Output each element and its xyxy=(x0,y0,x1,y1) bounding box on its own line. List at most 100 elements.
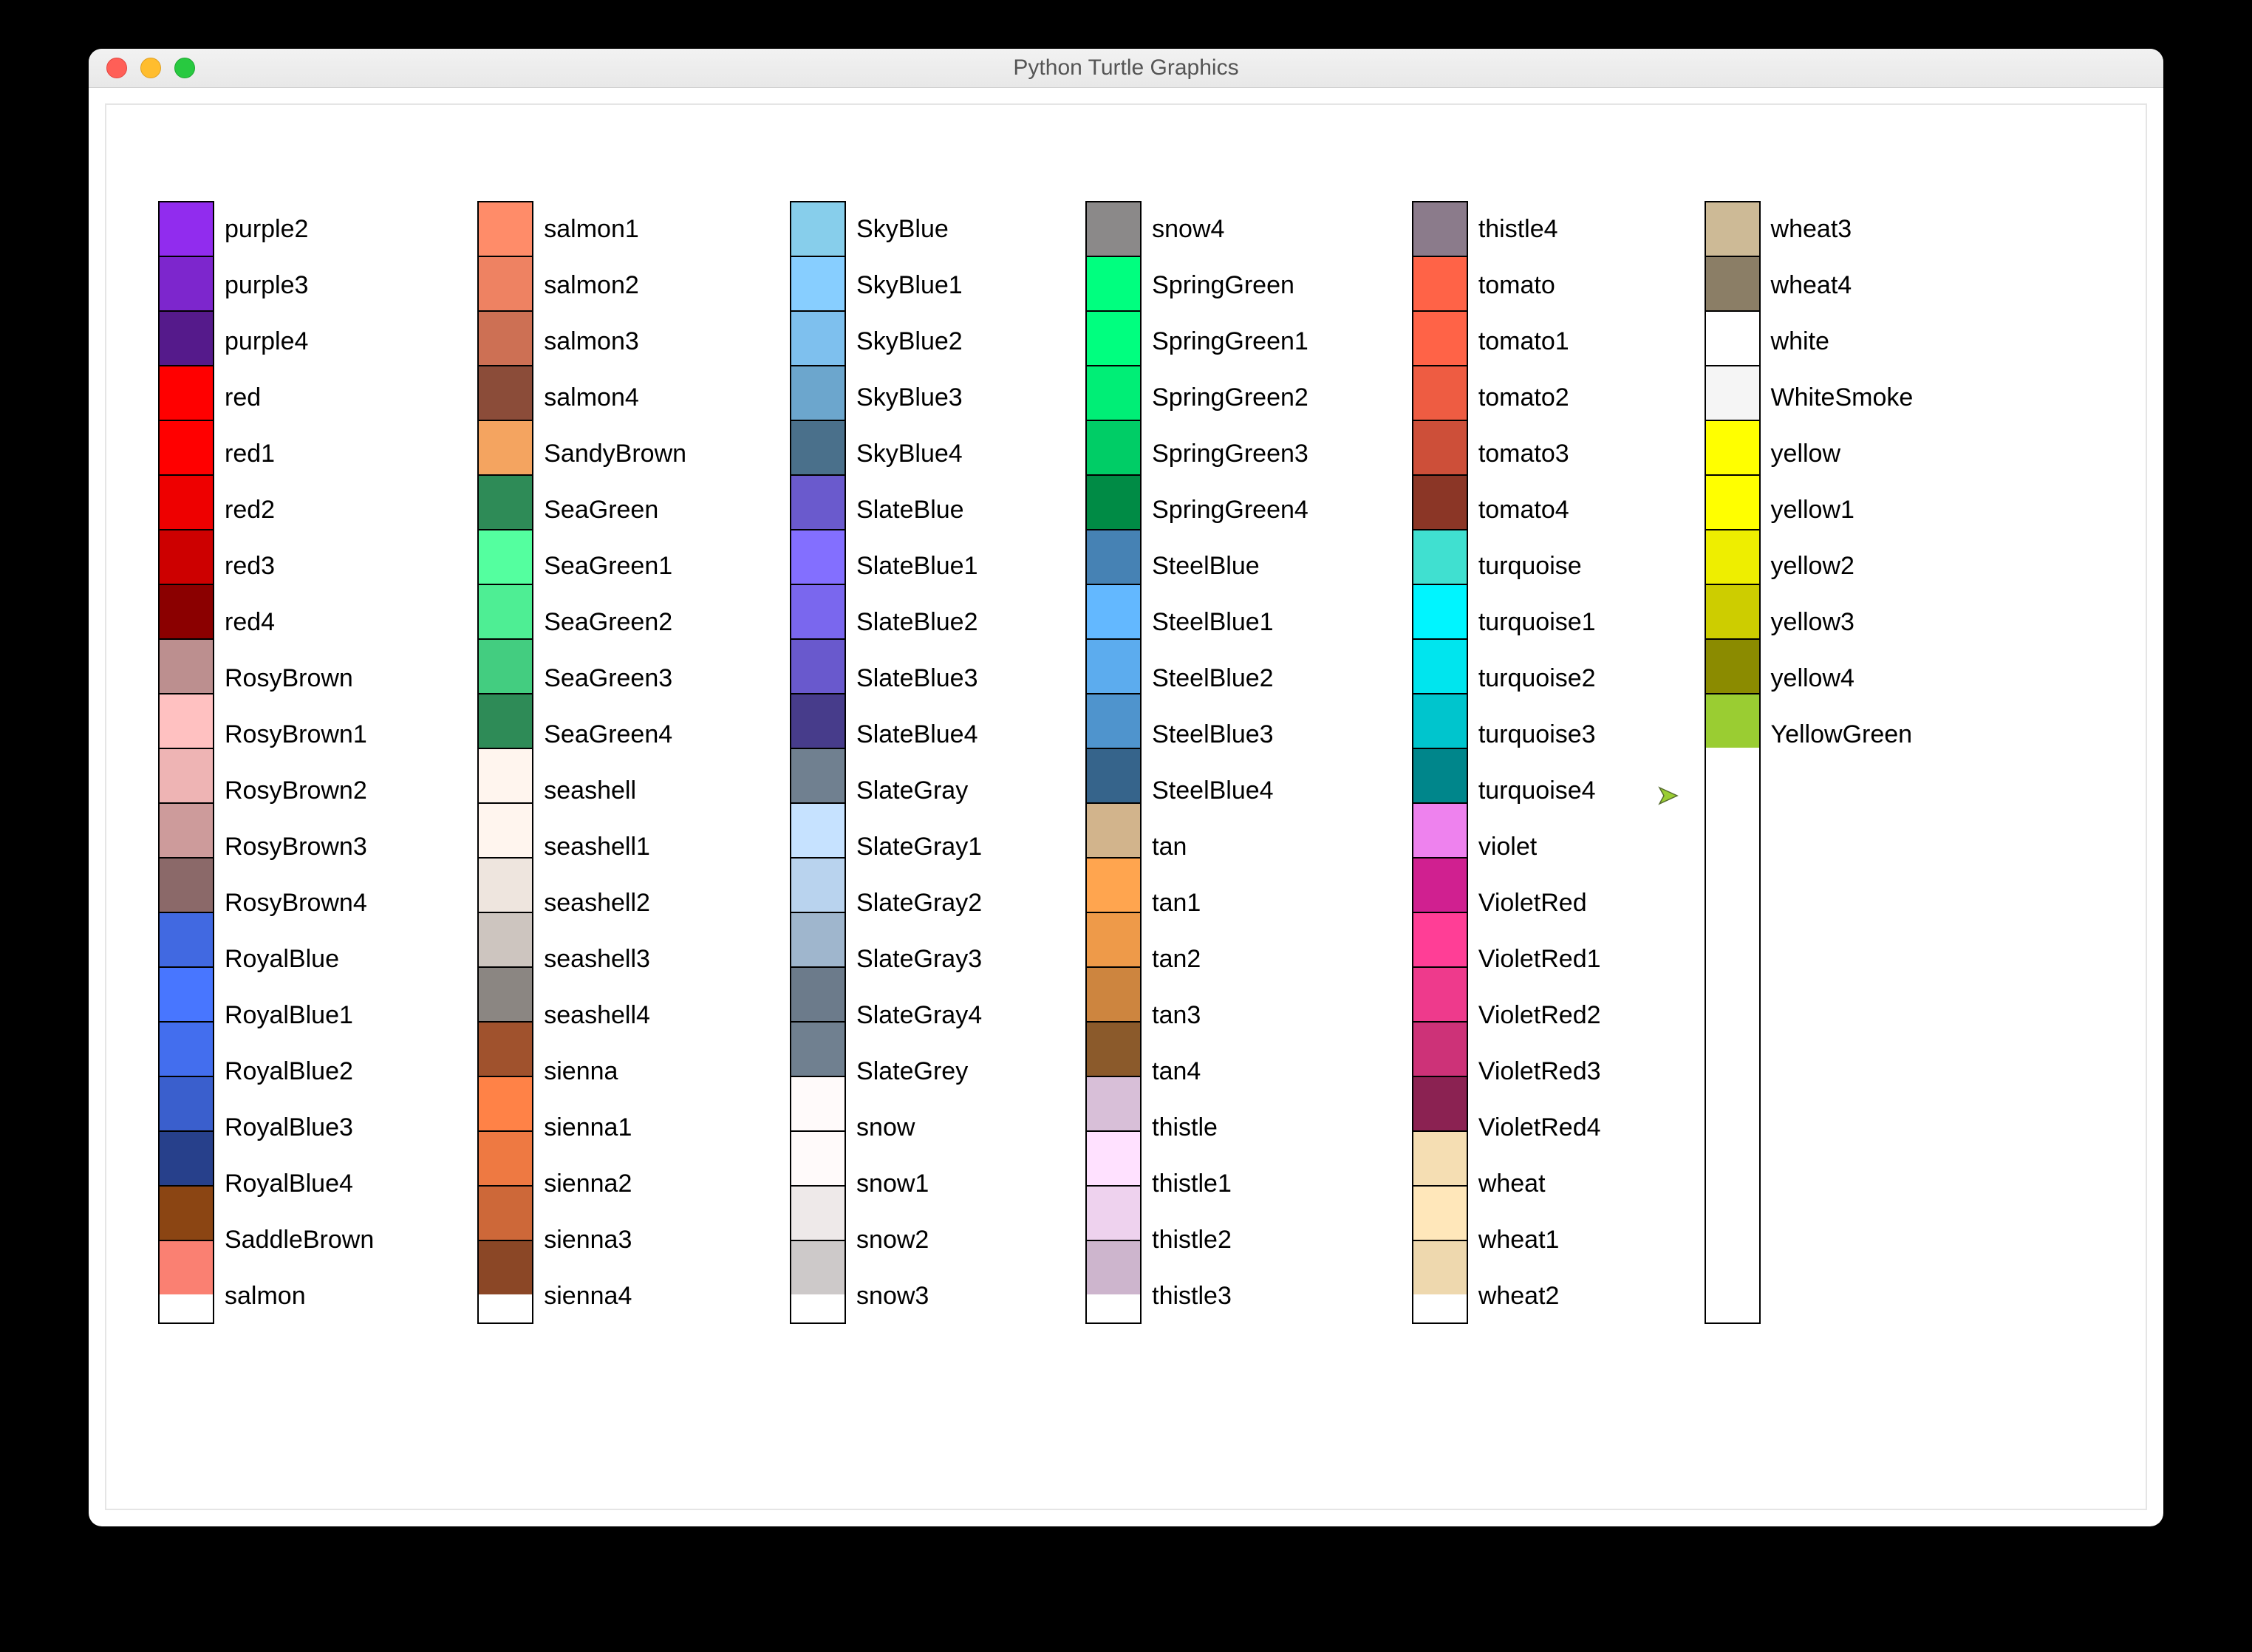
color-label: sienna xyxy=(536,1043,686,1099)
color-swatch xyxy=(791,1077,844,1130)
color-label: SkyBlue xyxy=(849,201,982,257)
color-swatch xyxy=(1706,202,1759,256)
color-label: SlateGray xyxy=(849,762,982,819)
color-label: wheat4 xyxy=(1764,257,1914,313)
color-swatch xyxy=(1087,968,1140,1021)
color-label: WhiteSmoke xyxy=(1764,369,1914,426)
color-label: yellow1 xyxy=(1764,482,1914,538)
label-column: thistle4tomatotomato1tomato2tomato3tomat… xyxy=(1471,201,1601,1324)
color-label: VioletRed3 xyxy=(1471,1043,1601,1099)
color-swatch xyxy=(1087,421,1140,474)
color-swatch xyxy=(791,1023,844,1076)
color-label: SkyBlue4 xyxy=(849,426,982,482)
color-label: purple2 xyxy=(217,201,374,257)
color-label: seashell xyxy=(536,762,686,819)
color-swatch xyxy=(791,312,844,365)
color-swatch xyxy=(791,859,844,912)
color-swatch xyxy=(160,804,213,857)
color-label: tomato2 xyxy=(1471,369,1601,426)
color-swatch xyxy=(160,312,213,365)
color-label: sienna1 xyxy=(536,1099,686,1156)
color-label: wheat1 xyxy=(1471,1212,1601,1268)
color-swatch xyxy=(1413,640,1467,693)
color-label: SkyBlue3 xyxy=(849,369,982,426)
color-label: SlateBlue4 xyxy=(849,706,982,762)
color-swatch xyxy=(1087,585,1140,638)
color-label: yellow2 xyxy=(1764,538,1914,594)
color-label: SeaGreen xyxy=(536,482,686,538)
color-swatch xyxy=(1706,312,1759,365)
color-swatch xyxy=(160,859,213,912)
color-label: SlateBlue3 xyxy=(849,650,982,706)
color-swatch xyxy=(1087,1077,1140,1130)
color-swatch xyxy=(1413,202,1467,256)
color-swatch xyxy=(1087,1023,1140,1076)
swatch-column xyxy=(1412,201,1468,1324)
color-label: thistle xyxy=(1144,1099,1308,1156)
color-swatch xyxy=(791,968,844,1021)
color-label: wheat3 xyxy=(1764,201,1914,257)
window-title: Python Turtle Graphics xyxy=(89,55,2163,81)
color-swatch xyxy=(791,1187,844,1240)
color-label: SeaGreen3 xyxy=(536,650,686,706)
color-swatch xyxy=(479,1023,532,1076)
color-swatch xyxy=(160,585,213,638)
color-swatch xyxy=(1413,476,1467,529)
color-label: RosyBrown xyxy=(217,650,374,706)
label-column: wheat3wheat4whiteWhiteSmokeyellowyellow1… xyxy=(1764,201,1914,1324)
color-label: turquoise3 xyxy=(1471,706,1601,762)
color-swatch xyxy=(791,257,844,310)
color-label: SteelBlue2 xyxy=(1144,650,1308,706)
color-swatch xyxy=(1087,749,1140,802)
color-swatch xyxy=(479,421,532,474)
color-swatch xyxy=(479,1077,532,1130)
color-swatch xyxy=(160,640,213,693)
label-column: SkyBlueSkyBlue1SkyBlue2SkyBlue3SkyBlue4S… xyxy=(849,201,982,1324)
minimize-button[interactable] xyxy=(140,58,161,78)
color-label: SeaGreen4 xyxy=(536,706,686,762)
color-label: SpringGreen4 xyxy=(1144,482,1308,538)
color-label: VioletRed xyxy=(1471,875,1601,931)
color-label: white xyxy=(1764,313,1914,369)
color-label: RoyalBlue xyxy=(217,931,374,987)
color-swatch xyxy=(791,530,844,584)
color-swatch xyxy=(160,694,213,748)
color-swatch xyxy=(791,202,844,256)
color-swatch xyxy=(479,476,532,529)
color-label: red1 xyxy=(217,426,374,482)
color-label: red2 xyxy=(217,482,374,538)
color-label: SpringGreen xyxy=(1144,257,1308,313)
color-swatch xyxy=(1413,421,1467,474)
color-label: snow1 xyxy=(849,1156,982,1212)
color-swatch xyxy=(479,1132,532,1185)
color-swatch xyxy=(479,968,532,1021)
color-swatch xyxy=(1706,694,1759,748)
close-button[interactable] xyxy=(106,58,127,78)
color-label: seashell4 xyxy=(536,987,686,1043)
zoom-button[interactable] xyxy=(174,58,195,78)
color-label: turquoise4 xyxy=(1471,762,1601,819)
color-swatch xyxy=(1413,530,1467,584)
color-swatch xyxy=(1413,804,1467,857)
traffic-lights xyxy=(89,58,195,78)
label-column: salmon1salmon2salmon3salmon4SandyBrownSe… xyxy=(536,201,686,1324)
color-label: SlateBlue2 xyxy=(849,594,982,650)
color-swatch xyxy=(791,804,844,857)
color-label: yellow xyxy=(1764,426,1914,482)
color-swatch xyxy=(1087,257,1140,310)
color-label: SpringGreen3 xyxy=(1144,426,1308,482)
color-swatch xyxy=(791,1241,844,1294)
color-swatch xyxy=(160,366,213,420)
color-label: wheat xyxy=(1471,1156,1601,1212)
color-label: SlateBlue xyxy=(849,482,982,538)
color-label: SlateGray2 xyxy=(849,875,982,931)
color-label: yellow3 xyxy=(1764,594,1914,650)
color-swatch xyxy=(1413,1241,1467,1294)
color-label: tomato1 xyxy=(1471,313,1601,369)
color-label: thistle1 xyxy=(1144,1156,1308,1212)
color-swatch xyxy=(479,694,532,748)
color-label: SlateGray3 xyxy=(849,931,982,987)
color-label: SteelBlue4 xyxy=(1144,762,1308,819)
color-swatch xyxy=(1706,640,1759,693)
color-swatch xyxy=(791,749,844,802)
